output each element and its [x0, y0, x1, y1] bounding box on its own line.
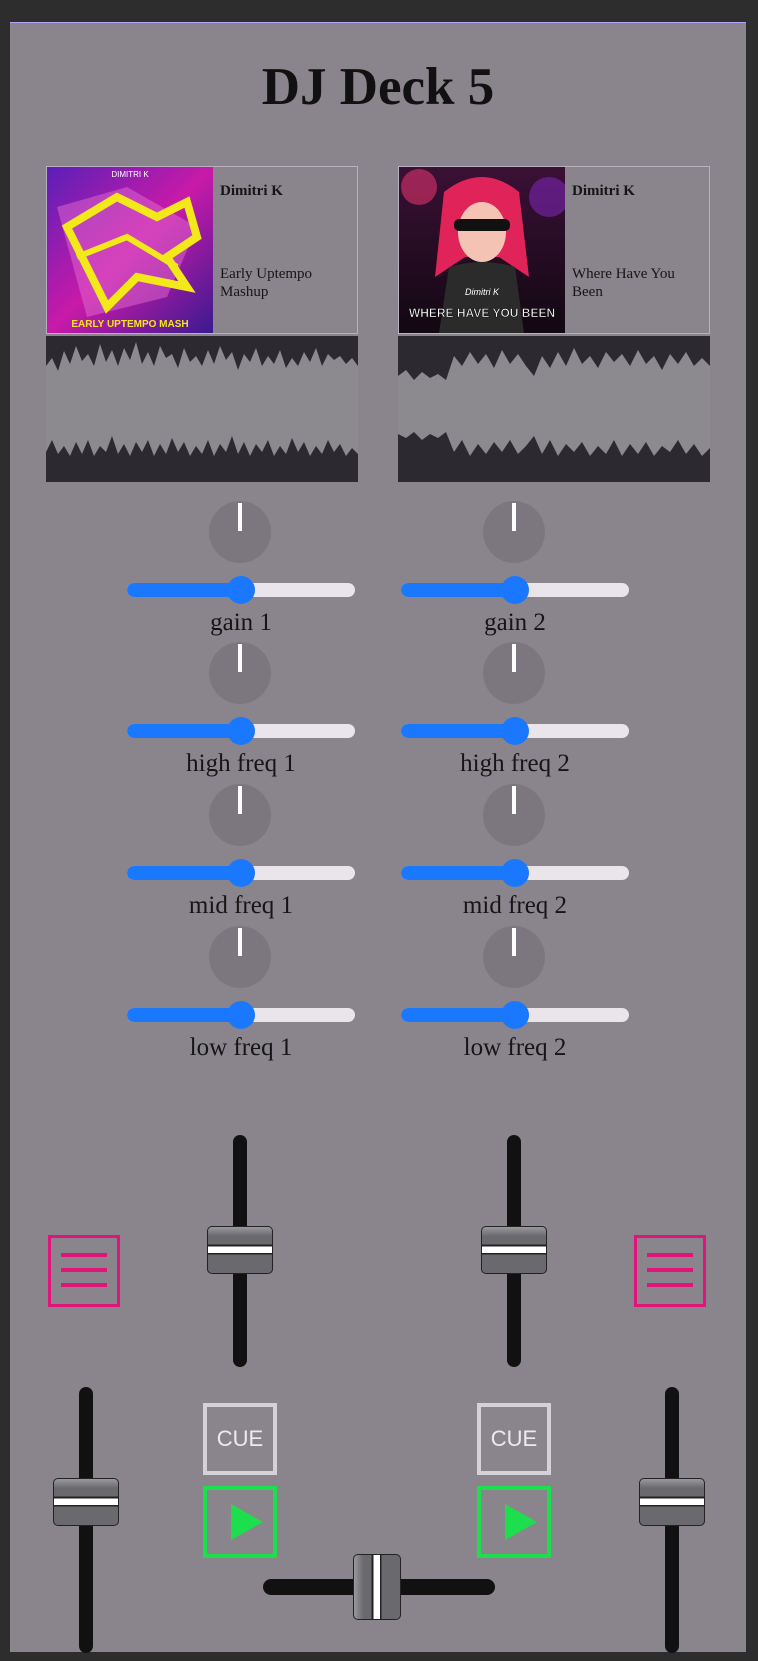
- track-card-1[interactable]: DIMITRI K EARLY UPTEMPO MASH Dimitri K E…: [46, 166, 358, 334]
- knob-gain-2[interactable]: [483, 501, 545, 563]
- cue-button-1[interactable]: CUE: [203, 1403, 277, 1475]
- slider-low-freq-2[interactable]: [401, 1001, 629, 1029]
- slider-mid-freq-2[interactable]: [401, 859, 629, 887]
- album-art-2: Dimitri K WHERE HAVE YOU BEEN: [399, 167, 565, 333]
- hamburger-menu-icon-right[interactable]: [634, 1235, 706, 1307]
- waveform-2[interactable]: [398, 336, 710, 482]
- volume-fader-1-handle[interactable]: [207, 1226, 273, 1274]
- play-button-1[interactable]: [203, 1486, 277, 1558]
- waveform-2-graphic: [398, 348, 710, 456]
- dj-deck-panel: DJ Deck 5 DIMITRI K EARLY UPTEMPO MASH D…: [10, 22, 746, 1653]
- label-low-freq-2: low freq 2: [463, 1034, 567, 1061]
- label-mid-freq-1: mid freq 1: [188, 892, 294, 919]
- track-card-2[interactable]: Dimitri K WHERE HAVE YOU BEEN Dimitri K …: [398, 166, 710, 334]
- knob-mid-freq-2[interactable]: [483, 784, 545, 846]
- page-title: DJ Deck 5: [261, 58, 495, 116]
- pitch-fader-1-handle[interactable]: [53, 1478, 119, 1526]
- waveform-1-graphic: [46, 342, 358, 456]
- label-mid-freq-2: mid freq 2: [462, 892, 568, 919]
- song-title-2: Where Have You Been: [572, 266, 675, 300]
- album-art-2-top-text: Dimitri K: [465, 287, 500, 297]
- knob-high-freq-2[interactable]: [483, 642, 545, 704]
- knob-mid-freq-1[interactable]: [209, 784, 271, 846]
- artist-name-1: Dimitri K: [220, 183, 283, 199]
- album-art-2-text: WHERE HAVE YOU BEEN: [409, 306, 555, 320]
- play-icon: [231, 1504, 263, 1540]
- knob-high-freq-1[interactable]: [209, 642, 271, 704]
- label-high-freq-2: high freq 2: [460, 750, 570, 777]
- play-button-2[interactable]: [477, 1486, 551, 1558]
- album-art-1-text: EARLY UPTEMPO MASH: [71, 319, 188, 330]
- knob-low-freq-2[interactable]: [483, 926, 545, 988]
- slider-low-freq-1[interactable]: [127, 1001, 355, 1029]
- knob-gain-1[interactable]: [209, 501, 271, 563]
- label-gain-1: gain 1: [210, 609, 272, 636]
- slider-gain-2[interactable]: [401, 576, 629, 604]
- album-art-1: DIMITRI K EARLY UPTEMPO MASH: [47, 167, 213, 333]
- label-low-freq-1: low freq 1: [189, 1034, 293, 1061]
- label-high-freq-1: high freq 1: [186, 750, 296, 777]
- slider-high-freq-2[interactable]: [401, 717, 629, 745]
- label-gain-2: gain 2: [484, 609, 546, 636]
- volume-fader-2-handle[interactable]: [481, 1226, 547, 1274]
- knob-low-freq-1[interactable]: [209, 926, 271, 988]
- slider-gain-1[interactable]: [127, 576, 355, 604]
- pitch-fader-2-handle[interactable]: [639, 1478, 705, 1526]
- artist-name-2: Dimitri K: [572, 183, 635, 199]
- crossfader-handle[interactable]: [353, 1554, 401, 1620]
- slider-high-freq-1[interactable]: [127, 717, 355, 745]
- song-title-1: Early Uptempo Mashup: [220, 266, 313, 300]
- album-art-1-top-text: DIMITRI K: [111, 170, 149, 179]
- waveform-1[interactable]: [46, 336, 358, 482]
- play-icon: [505, 1504, 537, 1540]
- hamburger-menu-icon-left[interactable]: [48, 1235, 120, 1307]
- cue-button-2[interactable]: CUE: [477, 1403, 551, 1475]
- slider-mid-freq-1[interactable]: [127, 859, 355, 887]
